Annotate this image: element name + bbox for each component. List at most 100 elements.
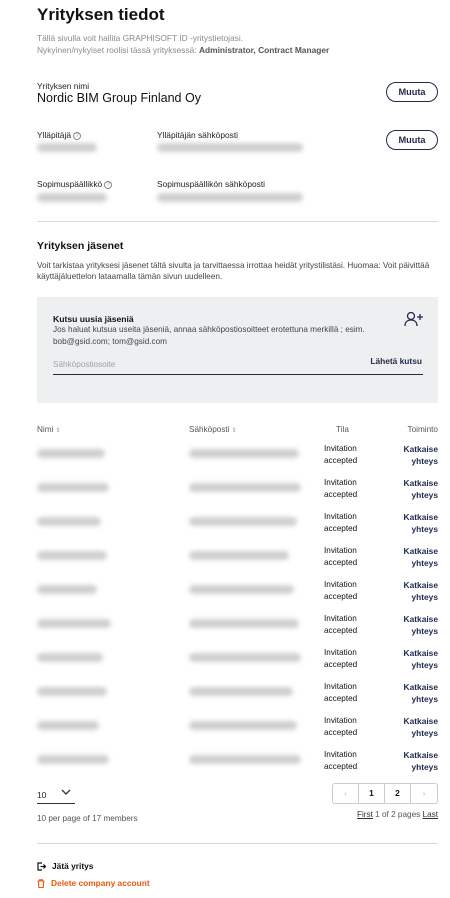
info-icon[interactable]: ?: [73, 132, 81, 140]
disconnect-member-link[interactable]: Katkaise yhteys: [404, 545, 438, 569]
prev-page-button[interactable]: ‹: [333, 784, 359, 803]
member-status-line: accepted: [324, 728, 358, 737]
column-header-email[interactable]: Sähköposti ⇕: [189, 425, 237, 434]
page-1-button[interactable]: 1: [359, 784, 385, 803]
pages-info: First 1 of 2 pages Last: [357, 810, 438, 819]
admin-label-text: Ylläpitäjä: [37, 130, 71, 140]
member-email-redacted: [189, 517, 297, 526]
disconnect-member-link[interactable]: Katkaise yhteys: [404, 443, 438, 467]
page-2-button[interactable]: 2: [385, 784, 411, 803]
member-email-redacted: [189, 619, 299, 628]
leave-company-button[interactable]: Jätä yritys: [37, 861, 93, 871]
table-row: Invitation accepted Katkaise yhteys: [37, 506, 438, 540]
invite-panel: Kutsu uusia jäseniä Jos haluat kutsua us…: [37, 297, 438, 403]
column-header-email-label: Sähköposti: [189, 425, 230, 434]
member-status-line: accepted: [324, 592, 358, 601]
contract-manager-email-label: Sopimuspäällikön sähköposti: [157, 179, 266, 189]
member-status-line: Invitation: [324, 682, 357, 691]
members-description: Voit tarkistaa yrityksesi jäsenet tältä …: [37, 261, 430, 281]
disconnect-label: yhteys: [411, 490, 438, 500]
member-name-redacted: [37, 517, 101, 526]
invite-input-underline: [53, 374, 423, 375]
member-name-redacted: [37, 619, 111, 628]
disconnect-member-link[interactable]: Katkaise yhteys: [404, 613, 438, 637]
delete-company-button[interactable]: Delete company account: [37, 878, 150, 889]
disconnect-label: Katkaise: [403, 682, 438, 692]
member-status: Invitation accepted: [324, 613, 357, 637]
member-status: Invitation accepted: [324, 715, 357, 739]
member-status-line: Invitation: [324, 716, 357, 725]
contract-manager-name-redacted: [37, 193, 107, 202]
table-row: Invitation accepted Katkaise yhteys: [37, 642, 438, 676]
disconnect-label: Katkaise: [403, 444, 438, 454]
disconnect-member-link[interactable]: Katkaise yhteys: [404, 511, 438, 535]
member-status: Invitation accepted: [324, 647, 357, 671]
disconnect-member-link[interactable]: Katkaise yhteys: [404, 647, 438, 671]
member-status-line: Invitation: [324, 546, 357, 555]
member-email-redacted: [189, 721, 297, 730]
member-email-redacted: [189, 585, 294, 594]
disconnect-member-link[interactable]: Katkaise yhteys: [404, 715, 438, 739]
member-status-line: accepted: [324, 626, 358, 635]
admin-name-redacted: [37, 143, 97, 152]
disconnect-label: yhteys: [411, 626, 438, 636]
disconnect-label: Katkaise: [403, 750, 438, 760]
member-name-redacted: [37, 551, 107, 560]
send-invite-button[interactable]: Lähetä kutsu: [370, 356, 422, 366]
disconnect-label: Katkaise: [403, 716, 438, 726]
disconnect-member-link[interactable]: Katkaise yhteys: [404, 681, 438, 705]
add-user-icon: [404, 311, 423, 327]
last-page-link[interactable]: Last: [423, 810, 438, 819]
table-row: Invitation accepted Katkaise yhteys: [37, 676, 438, 710]
member-email-redacted: [189, 687, 293, 696]
table-row: Invitation accepted Katkaise yhteys: [37, 540, 438, 574]
disconnect-member-link[interactable]: Katkaise yhteys: [404, 477, 438, 501]
member-status-line: accepted: [324, 456, 358, 465]
member-status-line: Invitation: [324, 444, 357, 453]
invite-description: Jos haluat kutsua useita jäseniä, annaa …: [53, 325, 365, 346]
roles-value: Administrator, Contract Manager: [198, 45, 330, 55]
exit-icon: [37, 862, 47, 871]
delete-company-label: Delete company account: [51, 878, 150, 888]
member-name-redacted: [37, 721, 99, 730]
chevron-down-icon[interactable]: [61, 787, 71, 797]
member-status-line: Invitation: [324, 614, 357, 623]
page-intro: Tällä sivulla voit hallita GRAPHISOFT ID…: [37, 32, 438, 56]
member-status-line: accepted: [324, 694, 358, 703]
info-icon[interactable]: ?: [104, 181, 113, 189]
invite-email-input[interactable]: [53, 355, 353, 373]
first-page-link[interactable]: First: [357, 810, 373, 819]
change-company-name-button[interactable]: Muuta: [386, 82, 438, 102]
company-name-value: Nordic BIM Group Finland Oy: [37, 91, 201, 105]
member-status: Invitation accepted: [324, 443, 357, 467]
member-email-redacted: [189, 653, 301, 662]
disconnect-member-link[interactable]: Katkaise yhteys: [404, 579, 438, 603]
member-name-redacted: [37, 449, 105, 458]
disconnect-label: Katkaise: [403, 478, 438, 488]
change-admin-button[interactable]: Muuta: [386, 130, 438, 150]
table-row: Invitation accepted Katkaise yhteys: [37, 608, 438, 642]
column-header-action: Toiminto: [407, 425, 439, 434]
roles-line: Nykyinen/nykyiset roolisi tässä yritykse…: [37, 44, 438, 56]
disconnect-label: Katkaise: [403, 614, 438, 624]
member-name-redacted: [37, 483, 109, 492]
member-email-redacted: [189, 755, 301, 764]
member-email-redacted: [189, 483, 301, 492]
sort-icon: ⇕: [55, 428, 61, 434]
column-header-name-label: Nimi: [37, 425, 54, 434]
column-header-name[interactable]: Nimi ⇕: [37, 425, 61, 434]
disconnect-member-link[interactable]: Katkaise yhteys: [404, 749, 438, 773]
disconnect-label: Katkaise: [403, 580, 438, 590]
company-name-label: Yrityksen nimi: [37, 81, 90, 91]
per-page-select[interactable]: 10: [37, 790, 46, 800]
member-status-line: accepted: [324, 558, 358, 567]
sort-icon: ⇕: [231, 428, 237, 434]
member-status-line: Invitation: [324, 478, 357, 487]
member-status-line: Invitation: [324, 580, 357, 589]
disconnect-label: yhteys: [411, 694, 438, 704]
admin-email-redacted: [157, 143, 303, 152]
member-email-redacted: [189, 551, 289, 560]
intro-line: Tällä sivulla voit hallita GRAPHISOFT ID…: [37, 33, 244, 43]
next-page-button[interactable]: ›: [411, 784, 437, 803]
member-email-redacted: [189, 449, 299, 458]
